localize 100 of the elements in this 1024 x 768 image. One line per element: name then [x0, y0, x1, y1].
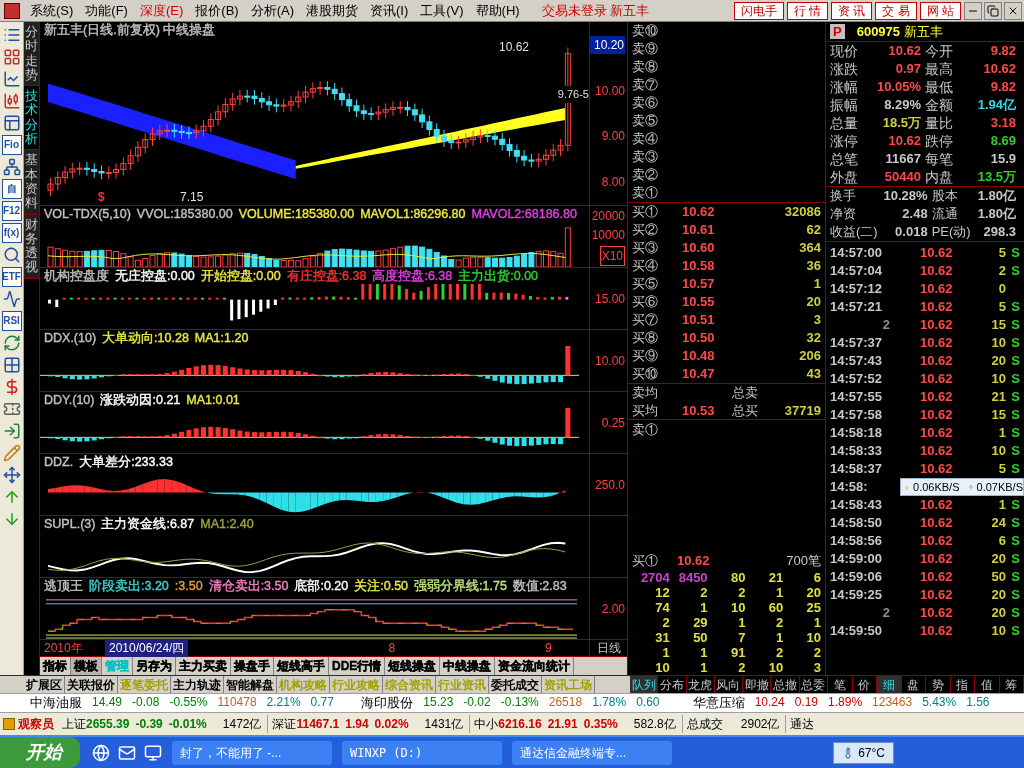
- side-tab[interactable]: 基本资料: [24, 150, 39, 215]
- index-name: 上证: [62, 716, 86, 733]
- chart-tab[interactable]: 操盘手: [231, 657, 274, 675]
- queue-cell-text: 8450: [677, 570, 708, 585]
- grid-icon[interactable]: [2, 356, 21, 374]
- ticker-change: -0.08: [132, 694, 160, 712]
- side-tab[interactable]: 分时走势: [24, 22, 39, 87]
- indicator-label: :3.50: [174, 579, 203, 593]
- window-icon[interactable]: [2, 114, 21, 132]
- axis-label: X10: [599, 246, 625, 267]
- trade-price: 10.62: [920, 352, 953, 371]
- ticker-ratio: 0.77: [310, 694, 334, 712]
- level-label: 买⑨: [632, 347, 659, 366]
- chart-tab[interactable]: 指标: [40, 657, 71, 675]
- candlestick-icon[interactable]: [2, 92, 21, 110]
- tree-icon[interactable]: [2, 158, 21, 176]
- trade-side-label: S: [1010, 532, 1020, 551]
- chart-tab[interactable]: 另存为: [133, 657, 176, 675]
- enter-icon[interactable]: [2, 422, 21, 440]
- chart-tab[interactable]: 模板: [71, 657, 102, 675]
- trade-side-label: S: [1010, 334, 1020, 353]
- taskbar-task[interactable]: 封了，不能用了 -...: [172, 740, 332, 765]
- toolbar-icon[interactable]: ETF: [1, 267, 22, 287]
- taskbar-task[interactable]: 通达信金融终端专...: [512, 740, 672, 765]
- grid-icon[interactable]: [2, 48, 21, 66]
- toolbar-icon[interactable]: Fio: [1, 135, 22, 155]
- queue-tab[interactable]: 队列: [630, 676, 659, 693]
- trade-side-label: S: [1010, 586, 1020, 605]
- date-label: 2010年: [43, 640, 84, 657]
- restore-icon[interactable]: [984, 1, 1002, 20]
- toolbar-button[interactable]: 行 情: [786, 1, 828, 20]
- stat-value: 10.62: [888, 132, 922, 151]
- stat-label: 今开: [925, 41, 953, 61]
- side-tab[interactable]: 财务透视: [24, 214, 39, 279]
- side-tab[interactable]: 技术分析: [24, 86, 39, 151]
- list-icon[interactable]: [2, 26, 21, 44]
- close-icon[interactable]: [1004, 1, 1022, 20]
- trade-volume: 20: [991, 604, 1006, 623]
- price-annotation: 9.76-5: [557, 86, 589, 103]
- toolbar-icon[interactable]: f(x): [1, 223, 22, 243]
- chart-tab[interactable]: 短线高手: [274, 657, 329, 675]
- queue-cell-text: 1: [661, 645, 670, 660]
- menu-item[interactable]: 报价(B): [189, 0, 245, 21]
- toolbar-icon[interactable]: 自: [1, 179, 22, 199]
- ticker-change: 0.19: [794, 694, 819, 712]
- chart-tab[interactable]: 中线操盘: [440, 657, 496, 675]
- menu-item[interactable]: 分析(A): [244, 0, 300, 21]
- menu-item[interactable]: 资讯(I): [364, 0, 415, 21]
- toolbar-icon[interactable]: RSI: [1, 311, 22, 331]
- menu-item[interactable]: 港股期货: [300, 0, 364, 21]
- chart-tab[interactable]: 主力买卖: [176, 657, 231, 675]
- menu-item[interactable]: 系统(S): [24, 0, 80, 21]
- trade-time: 14:57:43: [830, 352, 884, 371]
- stat-label: 净资: [830, 205, 856, 224]
- chart-tab[interactable]: 资金流向统计: [495, 657, 575, 675]
- browser-icon[interactable]: [92, 743, 110, 762]
- bid-price: 10.48: [682, 347, 715, 366]
- ticket-icon[interactable]: [2, 400, 21, 418]
- ticker-turnover: 2.21%: [266, 694, 301, 712]
- bid-price: 10.55: [682, 293, 715, 312]
- toolbar-button[interactable]: 闪电手: [733, 1, 784, 20]
- taskbar-task[interactable]: WINXP (D:): [342, 740, 502, 765]
- wave-icon[interactable]: [2, 290, 21, 308]
- menu-item[interactable]: 深度(E): [133, 0, 190, 21]
- move-icon[interactable]: [2, 466, 21, 484]
- chart-tab[interactable]: DDE行情: [329, 657, 386, 675]
- indicator-label: 大单差分:233.33: [79, 455, 173, 469]
- bid-price: 10.57: [682, 275, 715, 294]
- toolbar-button[interactable]: 交 易: [875, 1, 917, 20]
- index-amount: 1472亿: [222, 716, 262, 733]
- trade-side-label: S: [1010, 388, 1020, 407]
- toolbar-button[interactable]: 资 讯: [830, 1, 873, 20]
- detail-tab[interactable]: 细: [877, 676, 902, 693]
- mail-icon[interactable]: [118, 743, 136, 762]
- line-chart-icon[interactable]: [2, 70, 21, 88]
- trade-volume: 10: [991, 370, 1006, 389]
- chart-tab[interactable]: 短线操盘: [385, 657, 441, 675]
- indicator-label: MA1:0.01: [186, 393, 240, 407]
- stat-label: 每笔: [925, 149, 953, 169]
- menu-item[interactable]: 工具(V): [414, 0, 470, 21]
- pencil-icon[interactable]: [2, 444, 21, 462]
- level-label: 买③: [632, 239, 659, 258]
- stat-label: 最高: [925, 59, 953, 79]
- desktop-icon[interactable]: [144, 743, 162, 762]
- queue-cell-text: 2: [737, 585, 746, 600]
- minimize-icon[interactable]: [964, 1, 982, 20]
- search-icon[interactable]: [2, 246, 21, 264]
- toolbar-button[interactable]: 网 站: [919, 1, 961, 20]
- queue-cell-text: 1: [774, 585, 784, 600]
- trade-volume: 10: [991, 442, 1006, 461]
- index-change: 21.91: [547, 716, 578, 733]
- menu-item[interactable]: 功能(F): [79, 0, 134, 21]
- trade-side-label: S: [1010, 460, 1020, 479]
- indicator-label: 新五丰(日线.前复权) 中线操盘: [44, 23, 216, 37]
- toolbar-icon[interactable]: F12: [1, 201, 22, 221]
- start-button[interactable]: 开始: [0, 737, 80, 768]
- refresh-icon[interactable]: [2, 334, 21, 352]
- menu-item[interactable]: 帮助(H): [469, 0, 526, 21]
- bid-volume: 20: [806, 293, 821, 312]
- stat-label: 股本: [931, 187, 958, 206]
